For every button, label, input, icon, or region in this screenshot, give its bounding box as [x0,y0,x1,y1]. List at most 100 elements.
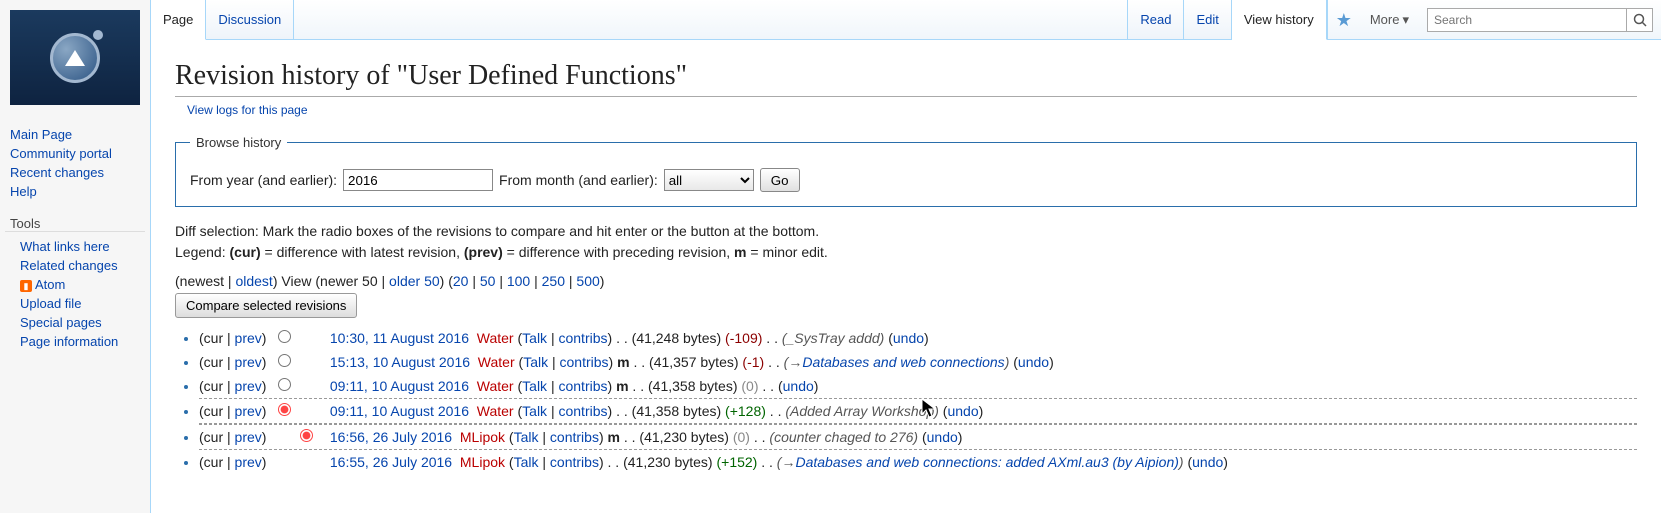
byte-delta: (+128) [725,403,766,419]
diff-instructions: Diff selection: Mark the radio boxes of … [175,221,1637,263]
byte-delta: (0) [741,378,758,394]
site-logo[interactable] [10,10,140,105]
prev-link[interactable]: prev [235,330,262,346]
talk-link[interactable]: Talk [514,454,539,470]
search-input[interactable] [1427,8,1627,32]
tab-read[interactable]: Read [1127,0,1184,39]
tab-discussion[interactable]: Discussion [206,0,294,39]
tab-edit[interactable]: Edit [1184,0,1231,39]
tab-view-history[interactable]: View history [1232,0,1327,40]
more-dropdown[interactable]: More ▾ [1360,0,1419,39]
revision-row: (cur | prev) 09:11, 10 August 2016 Water… [199,374,1637,398]
section-link[interactable]: Databases and web connections: added AXm… [795,454,1178,470]
revision-timestamp[interactable]: 16:55, 26 July 2016 [330,454,452,470]
prev-link[interactable]: prev [235,454,262,470]
talk-link[interactable]: Talk [523,354,548,370]
year-input[interactable] [343,169,493,191]
byte-delta: (-109) [725,330,762,346]
diff-radio-old[interactable] [278,354,291,367]
prev-link[interactable]: prev [235,403,262,419]
nav-link[interactable]: Community portal [10,146,112,161]
user-link[interactable]: Water [478,354,515,370]
revision-row: (cur | prev) 16:56, 26 July 2016 MLipok … [199,424,1637,450]
undo-link[interactable]: undo [947,403,978,419]
bytes: 41,357 bytes [654,354,734,370]
month-select[interactable]: all [664,169,754,191]
undo-link[interactable]: undo [1192,454,1223,470]
minor-flag: m [617,354,629,370]
contribs-link[interactable]: contribs [558,403,607,419]
undo-link[interactable]: undo [783,378,814,394]
revision-row: (cur | prev) 09:11, 10 August 2016 Water… [199,398,1637,424]
nav-link[interactable]: Main Page [10,127,72,142]
bytes: 41,358 bytes [653,378,733,394]
revision-timestamp[interactable]: 15:13, 10 August 2016 [330,354,470,370]
bytes: 41,358 bytes [636,403,716,419]
diff-radio-new[interactable] [300,429,313,442]
user-link[interactable]: MLipok [460,429,505,445]
diff-radio-old[interactable] [278,330,291,343]
pp-20[interactable]: 20 [453,273,469,289]
revision-timestamp[interactable]: 16:56, 26 July 2016 [330,429,452,445]
page-title: Revision history of "User Defined Functi… [175,60,1637,97]
prev-link[interactable]: prev [235,378,262,394]
tool-link[interactable]: Upload file [20,296,81,311]
search-icon [1633,13,1647,27]
diff-radio-old[interactable] [278,403,291,416]
byte-delta: (-1) [742,354,764,370]
pp-100[interactable]: 100 [507,273,530,289]
tool-link[interactable]: What links here [20,239,110,254]
talk-link[interactable]: Talk [522,330,547,346]
pp-50[interactable]: 50 [480,273,496,289]
chevron-down-icon: ▾ [1402,12,1409,28]
tool-link[interactable]: Atom [35,277,65,292]
revision-timestamp[interactable]: 10:30, 11 August 2016 [330,330,469,346]
user-link[interactable]: Water [477,403,514,419]
oldest-link[interactable]: oldest [235,273,272,289]
tab-page[interactable]: Page [151,0,206,40]
contribs-link[interactable]: contribs [550,454,599,470]
user-link[interactable]: Water [477,330,514,346]
go-button[interactable]: Go [760,168,800,192]
undo-link[interactable]: undo [1018,354,1049,370]
user-link[interactable]: Water [477,378,514,394]
nav-link[interactable]: Help [10,184,37,199]
revision-timestamp[interactable]: 09:11, 10 August 2016 [330,378,469,394]
prev-link[interactable]: prev [235,429,262,445]
revision-timestamp[interactable]: 09:11, 10 August 2016 [330,403,469,419]
nav-link[interactable]: Recent changes [10,165,104,180]
user-link[interactable]: MLipok [460,454,505,470]
compare-button[interactable]: Compare selected revisions [175,293,357,318]
talk-link[interactable]: Talk [522,403,547,419]
diff-radio-old[interactable] [278,378,291,391]
search-button[interactable] [1627,8,1653,32]
talk-link[interactable]: Talk [522,378,547,394]
tool-link[interactable]: Page information [20,334,118,349]
view-logs-link[interactable]: View logs for this page [187,103,1637,117]
undo-link[interactable]: undo [927,429,958,445]
tool-link[interactable]: Related changes [20,258,118,273]
tools-heading: Tools [5,216,145,232]
contribs-link[interactable]: contribs [560,354,609,370]
prev-link[interactable]: prev [235,354,262,370]
revision-row: (cur | prev) 16:55, 26 July 2016 MLipok … [199,450,1637,474]
bytes: 41,230 bytes [628,454,708,470]
contribs-link[interactable]: contribs [558,330,607,346]
revision-row: (cur | prev) 15:13, 10 August 2016 Water… [199,350,1637,374]
from-month-label: From month (and earlier): [499,172,658,188]
section-link[interactable]: Databases and web connections [802,354,1004,370]
byte-delta: (0) [733,429,750,445]
contribs-link[interactable]: contribs [550,429,599,445]
contribs-link[interactable]: contribs [558,378,607,394]
pp-250[interactable]: 250 [542,273,565,289]
browse-history-fieldset: Browse history From year (and earlier): … [175,135,1637,207]
undo-link[interactable]: undo [893,330,924,346]
nav-links: Main Page Community portal Recent changes H… [0,125,150,201]
talk-link[interactable]: Talk [514,429,539,445]
tool-link[interactable]: Special pages [20,315,102,330]
pp-500[interactable]: 500 [576,273,599,289]
byte-delta: (+152) [716,454,757,470]
pager: (newest | oldest) View (newer 50 | older… [175,273,1637,289]
watch-star-icon[interactable]: ★ [1327,0,1360,39]
older50-link[interactable]: older 50 [389,273,440,289]
